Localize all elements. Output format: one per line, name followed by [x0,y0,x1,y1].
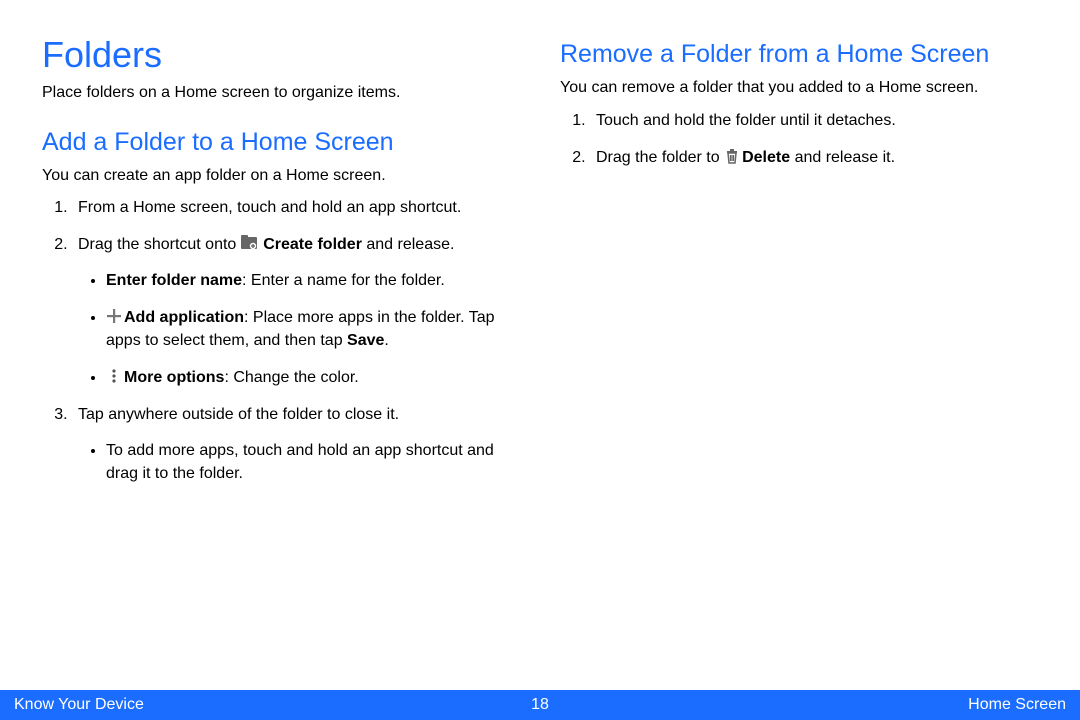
step-1: From a Home screen, touch and hold an ap… [72,196,520,219]
content-area: Folders Place folders on a Home screen t… [0,0,1080,499]
step-3-text: Tap anywhere outside of the folder to cl… [78,406,399,423]
heading-add-folder: Add a Folder to a Home Screen [42,128,520,157]
delete-icon [724,148,740,164]
right-column: Remove a Folder from a Home Screen You c… [560,34,1038,499]
step-2-text-a: Drag the shortcut onto [78,236,241,253]
step-2-bold: Create folder [263,236,362,253]
footer-left: Know Your Device [14,696,144,714]
bullet-enter-folder-name: Enter folder name: Enter a name for the … [106,269,520,292]
bullet-2-bold: Add application [124,309,244,326]
bullet-1-rest: : Enter a name for the folder. [242,272,445,289]
r-step-1: Touch and hold the folder until it detac… [590,109,1038,132]
step-3-bullet-1: To add more apps, touch and hold an app … [106,439,520,485]
bullet-1-bold: Enter folder name [106,272,242,289]
page-footer: Know Your Device 18 Home Screen [0,690,1080,720]
create-folder-icon [241,235,257,251]
plus-icon [106,308,122,324]
r-step-2-bold: Delete [742,149,790,166]
bullet-3-bold: More options [124,369,224,386]
add-folder-desc: You can create an app folder on a Home s… [42,165,520,187]
step-2: Drag the shortcut onto Create folder and… [72,233,520,389]
bullet-3-rest: : Change the color. [224,369,358,386]
step-2-text-b: and release. [366,236,454,253]
page-number: 18 [531,696,549,714]
footer-right: Home Screen [968,696,1066,714]
heading-folders: Folders [42,34,520,76]
bullet-more-options: More options: Change the color. [106,366,520,389]
bullet-add-application: Add application: Place more apps in the … [106,306,520,352]
bullet-2-bold2: Save [347,332,384,349]
remove-folder-desc: You can remove a folder that you added t… [560,77,1038,99]
intro-text: Place folders on a Home screen to organi… [42,82,520,104]
r-step-2: Drag the folder to Delete and release it… [590,146,1038,169]
left-column: Folders Place folders on a Home screen t… [42,34,520,499]
r-step-2-a: Drag the folder to [596,149,724,166]
step-2-bullets: Enter folder name: Enter a name for the … [78,269,520,390]
step-3-bullets: To add more apps, touch and hold an app … [78,439,520,485]
bullet-2-rest2: . [384,332,388,349]
step-3: Tap anywhere outside of the folder to cl… [72,403,520,485]
add-folder-steps: From a Home screen, touch and hold an ap… [42,196,520,485]
more-options-icon [106,368,122,384]
heading-remove-folder: Remove a Folder from a Home Screen [560,40,1038,69]
remove-folder-steps: Touch and hold the folder until it detac… [560,109,1038,169]
r-step-2-b: and release it. [795,149,896,166]
